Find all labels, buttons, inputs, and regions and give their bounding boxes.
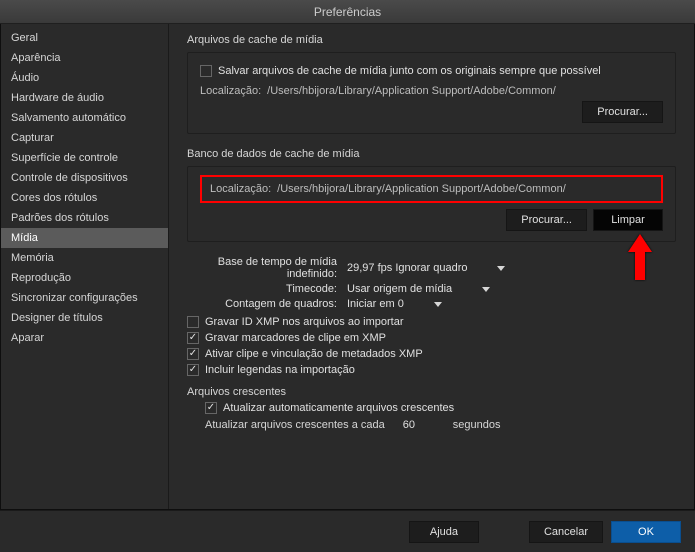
sidebar-item-label: Salvamento automático	[11, 112, 126, 124]
write-xmp-id-label: Gravar ID XMP nos arquivos ao importar	[205, 316, 403, 328]
row-timecode: Timecode: Usar origem de mídia	[187, 283, 676, 295]
sidebar-item-label: Padrões dos rótulos	[11, 212, 109, 224]
location-label: Localização:	[210, 183, 271, 195]
chevron-down-icon	[482, 287, 490, 292]
sidebar-item-label: Sincronizar configurações	[11, 292, 138, 304]
sidebar-item-label: Aparar	[11, 332, 44, 344]
dropdown-value: Usar origem de mídia	[347, 283, 452, 295]
include-captions-label: Incluir legendas na importação	[205, 364, 355, 376]
location-path: /Users/hbijora/Library/Application Suppo…	[267, 85, 556, 97]
enable-xmp-link-row[interactable]: Ativar clipe e vinculação de metadados X…	[187, 348, 676, 360]
sidebar-item-label: Áudio	[11, 72, 39, 84]
sidebar-item-capture[interactable]: Capturar	[1, 128, 168, 148]
checkbox-icon[interactable]	[200, 65, 212, 77]
row-timebase: Base de tempo de mídia indefinido: 29,97…	[187, 256, 676, 280]
sidebar-item-hardware-audio[interactable]: Hardware de áudio	[1, 88, 168, 108]
row-frame-count: Contagem de quadros: Iniciar em 0	[187, 298, 676, 310]
media-cache-title: Arquivos de cache de mídia	[187, 34, 676, 46]
sidebar-item-label: Designer de títulos	[11, 312, 103, 324]
browse-button[interactable]: Procurar...	[582, 101, 663, 123]
timecode-label: Timecode:	[187, 283, 347, 295]
sidebar-item-titler[interactable]: Designer de títulos	[1, 308, 168, 328]
timecode-dropdown[interactable]: Usar origem de mídia	[347, 283, 490, 295]
section-media-db: Banco de dados de cache de mídia Localiz…	[187, 148, 676, 242]
refresh-value-input[interactable]: 60	[399, 418, 433, 432]
media-cache-group: Salvar arquivos de cache de mídia junto …	[187, 52, 676, 134]
section-media-cache: Arquivos de cache de mídia Salvar arquiv…	[187, 34, 676, 134]
checkbox-icon[interactable]	[205, 402, 217, 414]
sidebar-item-memoria[interactable]: Memória	[1, 248, 168, 268]
sidebar-item-label: Hardware de áudio	[11, 92, 104, 104]
save-with-originals-label: Salvar arquivos de cache de mídia junto …	[218, 65, 601, 77]
sidebar-item-sync-settings[interactable]: Sincronizar configurações	[1, 288, 168, 308]
sidebar-item-label: Capturar	[11, 132, 54, 144]
sidebar-item-label: Aparência	[11, 52, 61, 64]
frame-count-label: Contagem de quadros:	[187, 298, 347, 310]
preferences-sidebar: Geral Aparência Áudio Hardware de áudio …	[1, 24, 169, 509]
auto-refresh-row[interactable]: Atualizar automaticamente arquivos cresc…	[205, 402, 676, 414]
sidebar-item-label-defaults[interactable]: Padrões dos rótulos	[1, 208, 168, 228]
sidebar-item-geral[interactable]: Geral	[1, 28, 168, 48]
browse-button[interactable]: Procurar...	[506, 209, 587, 231]
ok-button[interactable]: OK	[611, 521, 681, 543]
sidebar-item-midia[interactable]: Mídia	[1, 228, 168, 248]
refresh-interval-row: Atualizar arquivos crescentes a cada 60 …	[205, 418, 676, 432]
chevron-down-icon	[434, 302, 442, 307]
clear-button[interactable]: Limpar	[593, 209, 663, 231]
dropdown-value: Iniciar em 0	[347, 298, 404, 310]
location-label: Localização:	[200, 85, 261, 97]
dropdown-value: 29,97 fps Ignorar quadro	[347, 262, 467, 274]
sidebar-item-label: Superfície de controle	[11, 152, 118, 164]
sidebar-item-label: Mídia	[11, 232, 38, 244]
write-markers-xmp-row[interactable]: Gravar marcadores de clipe em XMP	[187, 332, 676, 344]
sidebar-item-label-colors[interactable]: Cores dos rótulos	[1, 188, 168, 208]
chevron-down-icon	[497, 266, 505, 271]
sidebar-item-device-control[interactable]: Controle de dispositivos	[1, 168, 168, 188]
timebase-label: Base de tempo de mídia indefinido:	[187, 256, 347, 280]
checkbox-icon[interactable]	[187, 348, 199, 360]
sidebar-item-label: Cores dos rótulos	[11, 192, 97, 204]
enable-xmp-link-label: Ativar clipe e vinculação de metadados X…	[205, 348, 423, 360]
checkbox-icon[interactable]	[187, 316, 199, 328]
sidebar-item-audio[interactable]: Áudio	[1, 68, 168, 88]
growing-title: Arquivos crescentes	[187, 386, 676, 398]
sidebar-item-label: Memória	[11, 252, 54, 264]
refresh-prefix: Atualizar arquivos crescentes a cada	[205, 419, 385, 431]
checkbox-icon[interactable]	[187, 364, 199, 376]
sidebar-item-trim[interactable]: Aparar	[1, 328, 168, 348]
sidebar-item-autosave[interactable]: Salvamento automático	[1, 108, 168, 128]
preferences-main-panel: Arquivos de cache de mídia Salvar arquiv…	[169, 24, 694, 509]
window-title: Preferências	[0, 0, 695, 24]
media-cache-location: Localização: /Users/hbijora/Library/Appl…	[200, 85, 663, 97]
auto-refresh-label: Atualizar automaticamente arquivos cresc…	[223, 402, 454, 414]
media-db-group: Localização: /Users/hbijora/Library/Appl…	[187, 166, 676, 242]
help-button[interactable]: Ajuda	[409, 521, 479, 543]
media-db-title: Banco de dados de cache de mídia	[187, 148, 676, 160]
dialog-footer: Ajuda Cancelar OK	[0, 510, 695, 552]
frame-count-dropdown[interactable]: Iniciar em 0	[347, 298, 442, 310]
sidebar-item-reproducao[interactable]: Reprodução	[1, 268, 168, 288]
checkbox-icon[interactable]	[187, 332, 199, 344]
location-path: /Users/hbijora/Library/Application Suppo…	[277, 183, 566, 195]
sidebar-item-label: Geral	[11, 32, 38, 44]
refresh-suffix: segundos	[453, 419, 501, 431]
section-growing-files: Arquivos crescentes Atualizar automatica…	[187, 386, 676, 432]
save-with-originals-row[interactable]: Salvar arquivos de cache de mídia junto …	[200, 65, 663, 77]
sidebar-item-aparencia[interactable]: Aparência	[1, 48, 168, 68]
sidebar-item-label: Reprodução	[11, 272, 71, 284]
media-db-location-box: Localização: /Users/hbijora/Library/Appl…	[200, 175, 663, 203]
include-captions-row[interactable]: Incluir legendas na importação	[187, 364, 676, 376]
media-db-location: Localização: /Users/hbijora/Library/Appl…	[210, 183, 653, 195]
sidebar-item-label: Controle de dispositivos	[11, 172, 128, 184]
write-markers-xmp-label: Gravar marcadores de clipe em XMP	[205, 332, 386, 344]
sidebar-item-control-surface[interactable]: Superfície de controle	[1, 148, 168, 168]
timebase-dropdown[interactable]: 29,97 fps Ignorar quadro	[347, 262, 505, 274]
write-xmp-id-row[interactable]: Gravar ID XMP nos arquivos ao importar	[187, 316, 676, 328]
cancel-button[interactable]: Cancelar	[529, 521, 603, 543]
dialog-body: Geral Aparência Áudio Hardware de áudio …	[0, 24, 695, 510]
